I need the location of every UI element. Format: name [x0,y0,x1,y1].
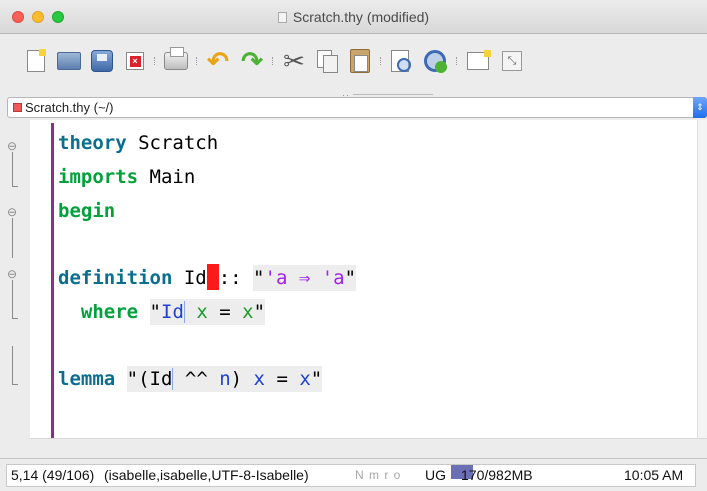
save-icon [91,50,113,72]
memory-usage[interactable]: 170/982MB [461,465,533,486]
window-title: Scratch.thy (modified) [0,9,707,25]
buffer-mode[interactable]: (isabelle,isabelle,UTF-8-Isabelle) [104,465,309,486]
toolbar-separator [380,57,382,65]
code-line-8: lemma "(Id ^^ n) x = x" [58,366,323,392]
toolbar-separator [272,57,274,65]
edit-mode-flags[interactable]: N m r o [355,465,401,486]
new-view-icon [467,50,491,70]
code-line-6: where "Id x = x" [80,299,266,325]
file-modified-icon [13,103,22,112]
fold-line [12,218,13,258]
buffer-switcher-bar: Scratch.thy (~/) ⇕ [0,96,707,120]
fold-open-icon[interactable]: ⊖ [7,140,17,152]
new-file-icon [27,49,46,72]
toolbar-separator [196,57,198,65]
editor-pane: ⊖ ⊖ ⊖ theory Scratch imports Main begin … [0,120,707,458]
find-replace-button[interactable] [421,47,449,75]
copy-button[interactable] [313,47,341,75]
fold-open-icon[interactable]: ⊖ [7,206,17,218]
toolbar-separator [154,57,156,65]
paste-icon [350,49,370,73]
fold-end [12,186,18,187]
vertical-scrollbar[interactable] [697,120,707,438]
redo-icon: ↷ [241,46,263,76]
document-icon [277,12,287,23]
print-button[interactable] [162,47,190,75]
code-line-1: theory Scratch [58,132,219,154]
code-line-2: imports Main [58,166,196,188]
status-box: 5,14 (49/106) (isabelle,isabelle,UTF-8-I… [6,464,696,487]
title-bar: Scratch.thy (modified) [0,0,707,34]
chevron-updown-icon[interactable]: ⇕ [693,97,707,118]
print-icon [164,47,188,70]
fold-end [12,318,18,319]
undo-icon: ↶ [207,46,229,76]
toolbar-separator [456,57,458,65]
close-buffer-button[interactable]: × [121,47,149,75]
toolbar-divider [353,94,433,95]
paste-button[interactable] [346,47,374,75]
undo-button[interactable]: ↶ [204,47,232,75]
buffer-switcher[interactable]: Scratch.thy (~/) ⇕ [7,97,707,118]
fold-line [12,346,13,384]
clock: 10:05 AM [624,467,684,483]
fold-gutter: ⊖ ⊖ ⊖ [0,120,30,458]
fold-open-icon[interactable]: ⊖ [7,268,17,280]
folder-icon [57,52,81,70]
caret-position[interactable]: 5,14 (49/106) [11,465,94,486]
find-icon [391,50,413,72]
fold-line [12,152,13,186]
open-file-button[interactable] [55,47,83,75]
cut-button[interactable]: ✂ [280,47,308,75]
theory-status-bar [51,123,54,441]
close-buffer-icon: × [126,52,144,70]
fold-end [12,384,18,385]
code-line-3: begin [58,200,116,222]
status-bar: 5,14 (49/106) (isabelle,isabelle,UTF-8-I… [0,458,707,491]
unsplit-button[interactable]: ⤡ [498,47,526,75]
save-button[interactable] [88,47,116,75]
error-cursor [206,264,219,290]
new-view-button[interactable] [464,47,492,75]
find-replace-icon [422,48,448,74]
fold-line [12,280,13,318]
redo-button[interactable]: ↷ [238,47,266,75]
scissors-icon: ✂ [283,46,305,76]
maximize-icon: ⤡ [502,51,522,71]
encoding-flag[interactable]: UG [425,465,446,486]
buffer-label: Scratch.thy (~/) [25,100,114,115]
horizontal-scrollbar[interactable] [30,438,707,458]
code-line-5: definition Id:: "'a ⇒ 'a" [58,264,357,291]
toolbar: × ↶ ↷ ✂ ⤡ ·· [0,35,707,100]
new-file-button[interactable] [22,47,50,75]
find-button[interactable] [388,47,416,75]
copy-icon [317,50,338,73]
window-title-text: Scratch.thy (modified) [292,9,430,25]
